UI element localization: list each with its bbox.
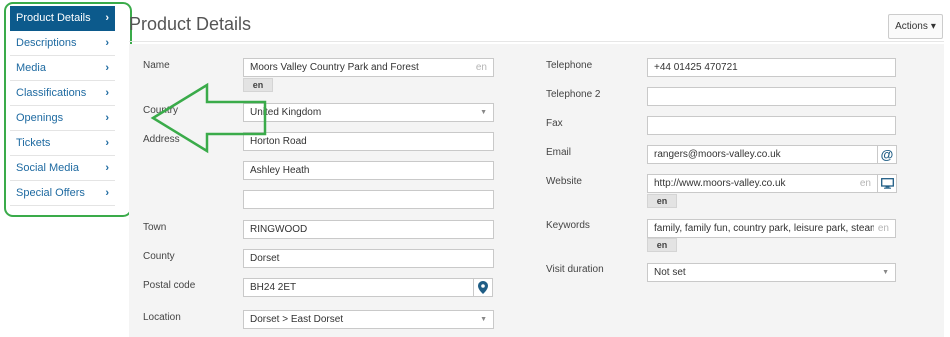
email-value: rangers@moors-valley.co.uk (654, 149, 781, 160)
postal-code-value: BH24 2ET (250, 282, 297, 293)
website-input[interactable]: http://www.moors-valley.co.uk en (647, 174, 878, 193)
town-value: RINGWOOD (250, 224, 308, 235)
county-label: County (143, 251, 175, 262)
actions-dropdown-button[interactable]: Actions ▾ (888, 14, 943, 39)
map-pin-button[interactable] (473, 278, 493, 297)
postal-code-label: Postal code (143, 280, 196, 291)
caret-down-icon: ▼ (882, 269, 889, 276)
name-input[interactable]: Moors Valley Country Park and Forest en (243, 58, 494, 77)
open-website-button[interactable] (877, 174, 897, 193)
address-line1-input[interactable]: Horton Road (243, 132, 494, 151)
map-pin-icon (478, 281, 488, 294)
caret-down-icon: ▼ (480, 109, 487, 116)
telephone-value: +44 01425 470721 (654, 62, 738, 73)
caret-down-icon: ▾ (930, 21, 936, 32)
town-input[interactable]: RINGWOOD (243, 220, 494, 239)
town-label: Town (143, 222, 167, 233)
telephone2-label: Telephone 2 (546, 89, 601, 100)
country-select[interactable]: United Kingdom ▼ (243, 103, 494, 122)
county-value: Dorset (250, 253, 280, 264)
visit-duration-select[interactable]: Not set ▼ (647, 263, 896, 282)
email-input[interactable]: rangers@moors-valley.co.uk (647, 145, 878, 164)
fax-input[interactable] (647, 116, 896, 135)
website-lang-indicator: en (859, 178, 871, 189)
visit-duration-value: Not set (654, 267, 686, 278)
website-label: Website (546, 176, 582, 187)
visit-duration-label: Visit duration (546, 264, 604, 275)
address-line3-input[interactable] (243, 190, 494, 209)
location-select[interactable]: Dorset > East Dorset ▼ (243, 310, 494, 329)
address-line2-input[interactable]: Ashley Heath (243, 161, 494, 180)
keywords-input[interactable]: family, family fun, country park, leisur… (647, 219, 896, 238)
monitor-icon (880, 178, 894, 189)
keywords-lang-indicator: en (877, 223, 889, 234)
name-lang-indicator: en (475, 62, 487, 73)
keywords-value: family, family fun, country park, leisur… (654, 223, 874, 234)
at-icon[interactable]: @ (877, 145, 897, 164)
fax-label: Fax (546, 118, 563, 129)
address-line1-value: Horton Road (250, 136, 307, 147)
telephone-label: Telephone (546, 60, 593, 71)
telephone-input[interactable]: +44 01425 470721 (647, 58, 896, 77)
location-value: Dorset > East Dorset (250, 314, 344, 325)
county-input[interactable]: Dorset (243, 249, 494, 268)
page-title: Product Details (129, 14, 252, 34)
website-language-tag[interactable]: en (647, 194, 677, 208)
annotation-highlight-box (4, 2, 132, 217)
annotation-arrow-icon (150, 82, 267, 154)
name-label: Name (143, 60, 170, 71)
email-label: Email (546, 147, 572, 158)
telephone2-input[interactable] (647, 87, 896, 106)
website-value: http://www.moors-valley.co.uk (654, 178, 786, 189)
address-line2-value: Ashley Heath (250, 165, 310, 176)
header-divider (129, 41, 944, 42)
caret-down-icon: ▼ (480, 316, 487, 323)
keywords-label: Keywords (546, 220, 590, 231)
keywords-language-tag[interactable]: en (647, 238, 677, 252)
postal-code-input[interactable]: BH24 2ET (243, 278, 474, 297)
actions-label: Actions (895, 21, 928, 32)
name-value: Moors Valley Country Park and Forest (250, 62, 419, 73)
location-label: Location (143, 312, 181, 323)
